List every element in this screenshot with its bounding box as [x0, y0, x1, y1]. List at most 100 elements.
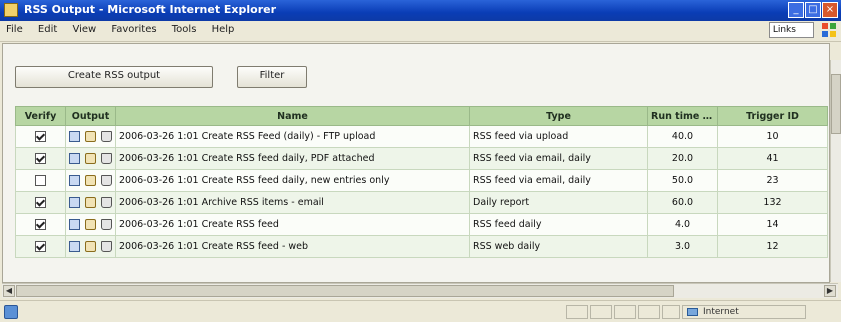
runtime-cell: 60.0 — [647, 191, 718, 214]
verify-checkbox[interactable] — [35, 153, 46, 164]
name-cell[interactable]: 2006-03-26 1:01 Archive RSS items - emai… — [115, 191, 470, 214]
menu-file[interactable]: File — [0, 21, 29, 38]
verify-cell — [15, 147, 66, 170]
scroll-left-icon[interactable]: ◀ — [3, 285, 15, 297]
row-name: Create RSS Feed (daily) - FTP upload — [201, 131, 376, 142]
verify-checkbox[interactable] — [35, 175, 46, 186]
menu-view[interactable]: View — [66, 21, 102, 38]
verify-checkbox[interactable] — [35, 241, 46, 252]
title-bar: RSS Output - Microsoft Internet Explorer… — [0, 0, 841, 21]
edit-icon[interactable] — [69, 197, 80, 208]
trigger-cell: 23 — [717, 169, 828, 192]
delete-icon[interactable] — [101, 241, 112, 252]
delete-icon[interactable] — [101, 131, 112, 142]
column-trigger[interactable]: Trigger ID — [717, 106, 828, 126]
filter-button[interactable]: Filter — [237, 66, 307, 88]
type-cell: Daily report — [469, 191, 648, 214]
output-date: 2006-03-26 1:01 — [119, 241, 199, 252]
trigger-cell: 12 — [717, 235, 828, 258]
verify-cell — [15, 213, 66, 236]
output-date: 2006-03-26 1:01 — [119, 175, 199, 186]
type-cell: RSS feed daily — [469, 213, 648, 236]
runtime-cell: 3.0 — [647, 235, 718, 258]
type-cell: RSS feed via upload — [469, 125, 648, 148]
edit-icon[interactable] — [69, 241, 80, 252]
vertical-scrollbar[interactable] — [830, 60, 841, 282]
create-rss-output-button[interactable]: Create RSS output — [15, 66, 213, 88]
links-dropdown[interactable]: Links — [768, 22, 814, 38]
column-runtime[interactable]: Run time (s) — [647, 106, 718, 126]
output-date: 2006-03-26 1:01 — [119, 131, 199, 142]
status-panel — [662, 305, 680, 319]
scroll-right-icon[interactable]: ▶ — [824, 285, 836, 297]
edit-icon[interactable] — [69, 131, 80, 142]
menu-help[interactable]: Help — [206, 21, 241, 38]
actions-cell — [65, 147, 116, 170]
runtime-cell: 40.0 — [647, 125, 718, 148]
copy-icon[interactable] — [85, 175, 96, 186]
minimize-icon[interactable]: _ — [788, 2, 804, 18]
copy-icon[interactable] — [85, 153, 96, 164]
name-cell[interactable]: 2006-03-26 1:01 Create RSS feed - web — [115, 235, 470, 258]
table-row[interactable]: 2006-03-26 1:01 Create RSS feed daily, P… — [15, 147, 828, 170]
type-cell: RSS feed via email, daily — [469, 147, 648, 170]
copy-icon[interactable] — [85, 219, 96, 230]
trigger-cell: 14 — [717, 213, 828, 236]
name-cell[interactable]: 2006-03-26 1:01 Create RSS Feed (daily) … — [115, 125, 470, 148]
column-output[interactable]: Output — [65, 106, 116, 126]
menu-tools[interactable]: Tools — [166, 21, 203, 38]
row-name: Create RSS feed daily, PDF attached — [201, 153, 375, 164]
app-icon — [4, 3, 18, 17]
runtime-cell: 4.0 — [647, 213, 718, 236]
verify-checkbox[interactable] — [35, 197, 46, 208]
verify-checkbox[interactable] — [35, 219, 46, 230]
horizontal-scrollbar[interactable]: ◀ ▶ — [2, 283, 838, 298]
status-panel — [566, 305, 588, 319]
menu-bar: File Edit View Favorites Tools Help Link… — [0, 21, 841, 42]
column-verify[interactable]: Verify — [15, 106, 66, 126]
copy-icon[interactable] — [85, 131, 96, 142]
table-header-row: Verify Output Name Type Run time (s) Tri… — [15, 106, 828, 126]
table-row[interactable]: 2006-03-26 1:01 Create RSS feed - web RSS… — [15, 235, 828, 258]
menu-favorites[interactable]: Favorites — [105, 21, 162, 38]
status-panel — [590, 305, 612, 319]
vertical-scroll-thumb[interactable] — [831, 74, 841, 134]
column-type[interactable]: Type — [469, 106, 648, 126]
delete-icon[interactable] — [101, 153, 112, 164]
trigger-cell: 132 — [717, 191, 828, 214]
table-row[interactable]: 2006-03-26 1:01 Create RSS Feed (daily) … — [15, 125, 828, 148]
page-content: Create RSS output Filter Verify Output N… — [2, 43, 830, 283]
name-cell[interactable]: 2006-03-26 1:01 Create RSS feed daily, P… — [115, 147, 470, 170]
runtime-cell: 20.0 — [647, 147, 718, 170]
name-cell[interactable]: 2006-03-26 1:01 Create RSS feed daily, n… — [115, 169, 470, 192]
verify-checkbox[interactable] — [35, 131, 46, 142]
row-name: Create RSS feed daily, new entries only — [201, 175, 390, 186]
column-name[interactable]: Name — [115, 106, 470, 126]
actions-cell — [65, 213, 116, 236]
output-date: 2006-03-26 1:01 — [119, 153, 199, 164]
edit-icon[interactable] — [69, 153, 80, 164]
table-row[interactable]: 2006-03-26 1:01 Create RSS feed RSS feed … — [15, 213, 828, 236]
edit-icon[interactable] — [69, 219, 80, 230]
close-icon[interactable]: × — [822, 2, 838, 18]
delete-icon[interactable] — [101, 219, 112, 230]
copy-icon[interactable] — [85, 197, 96, 208]
horizontal-scroll-thumb[interactable] — [16, 285, 674, 297]
copy-icon[interactable] — [85, 241, 96, 252]
edit-icon[interactable] — [69, 175, 80, 186]
page-status-icon — [4, 305, 18, 319]
delete-icon[interactable] — [101, 197, 112, 208]
table-row[interactable]: 2006-03-26 1:01 Archive RSS items - emai… — [15, 191, 828, 214]
actions-cell — [65, 191, 116, 214]
row-name: Archive RSS items - email — [201, 197, 324, 208]
table-row[interactable]: 2006-03-26 1:01 Create RSS feed daily, n… — [15, 169, 828, 192]
verify-cell — [15, 125, 66, 148]
name-cell[interactable]: 2006-03-26 1:01 Create RSS feed — [115, 213, 470, 236]
status-bar: Internet — [0, 300, 841, 322]
maximize-icon[interactable]: □ — [805, 2, 821, 18]
menu-edit[interactable]: Edit — [32, 21, 63, 38]
browser-window: RSS Output - Microsoft Internet Explorer… — [0, 0, 841, 322]
verify-cell — [15, 191, 66, 214]
delete-icon[interactable] — [101, 175, 112, 186]
row-name: Create RSS feed — [201, 219, 279, 230]
